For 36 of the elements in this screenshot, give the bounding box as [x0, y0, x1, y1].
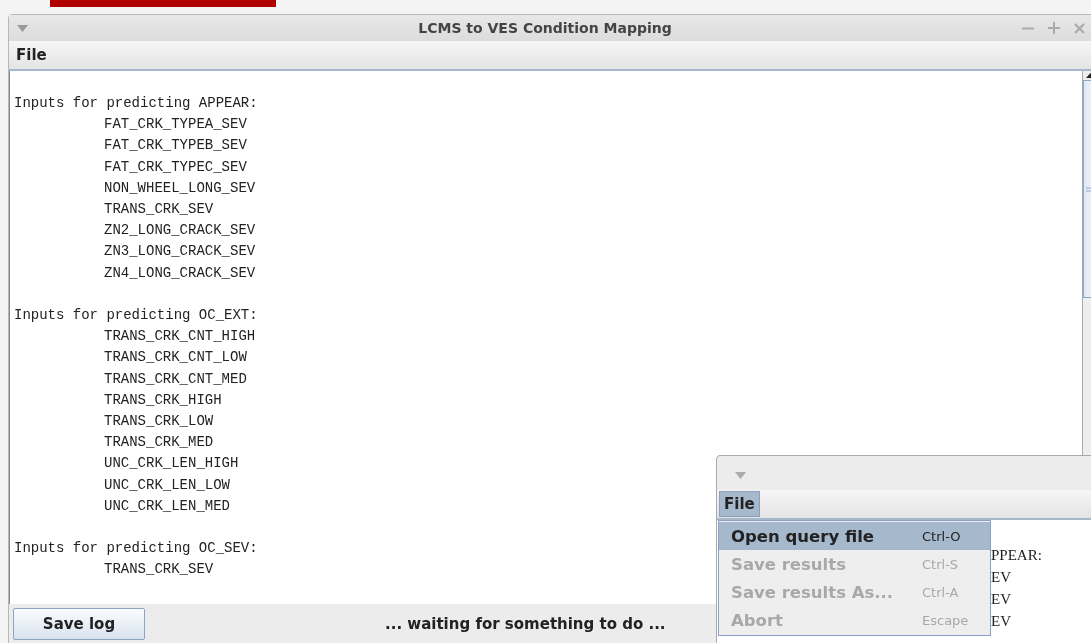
- menu-item[interactable]: File: [719, 491, 760, 517]
- log-line: FAT_CRK_TYPEA_SEV: [103, 115, 247, 135]
- log-line: UNC_CRK_LEN_LOW: [103, 475, 231, 495]
- window-menu-icon[interactable]: [17, 24, 28, 32]
- log-line: NON_WHEEL_LONG_SEV: [103, 178, 256, 198]
- log-line: UNC_CRK_LEN_MED: [103, 496, 231, 516]
- log-line: UNC_CRK_LEN_HIGH: [103, 454, 239, 474]
- menu-item[interactable]: File: [11, 42, 52, 68]
- log-line: TRANS_CRK_CNT_MED: [103, 369, 247, 389]
- menu-item[interactable]: Open query file Ctrl-O: [719, 522, 990, 550]
- log-line: TRANS_CRK_HIGH: [103, 390, 222, 410]
- log-line: Inputs for predicting OC_SEV:: [14, 539, 258, 559]
- save-log-button[interactable]: Save log: [13, 608, 145, 640]
- log-line: EV: [991, 568, 1012, 587]
- minimize-icon[interactable]: [1022, 26, 1034, 30]
- log-line: ZN3_LONG_CRACK_SEV: [103, 242, 256, 262]
- log-line: TRANS_CRK_CNT_HIGH: [103, 327, 256, 347]
- log-line: TRANS_CRK_LOW: [103, 412, 214, 432]
- log-line: ZN4_LONG_CRACK_SEV: [103, 263, 256, 283]
- log-line: Inputs for predicting OC_EXT:: [14, 306, 258, 325]
- log-line: TRANS_CRK_CNT_LOW: [103, 348, 247, 368]
- log-line: PPEAR:: [991, 546, 1043, 565]
- log-line: FAT_CRK_TYPEC_SEV: [103, 157, 247, 177]
- maximize-icon[interactable]: [1048, 22, 1060, 34]
- log-line: Inputs for predicting APPEAR:: [14, 94, 258, 113]
- log-line: ZN2_LONG_CRACK_SEV: [103, 221, 256, 241]
- log-line: EV: [991, 590, 1012, 609]
- log-line: TRANS_CRK_SEV: [103, 200, 214, 219]
- close-icon[interactable]: [1074, 22, 1085, 34]
- log-line: TRANS_CRK_SEV: [103, 560, 214, 580]
- window-title: LCMS to VES Condition Mapping: [417, 20, 673, 36]
- log-line: EV: [991, 612, 1012, 631]
- log-line: FAT_CRK_TYPEB_SEV: [103, 136, 247, 156]
- window-menu-icon[interactable]: [735, 472, 746, 479]
- status-text: ... waiting for something to do ...: [385, 615, 666, 633]
- log-line: TRANS_CRK_MED: [103, 433, 214, 453]
